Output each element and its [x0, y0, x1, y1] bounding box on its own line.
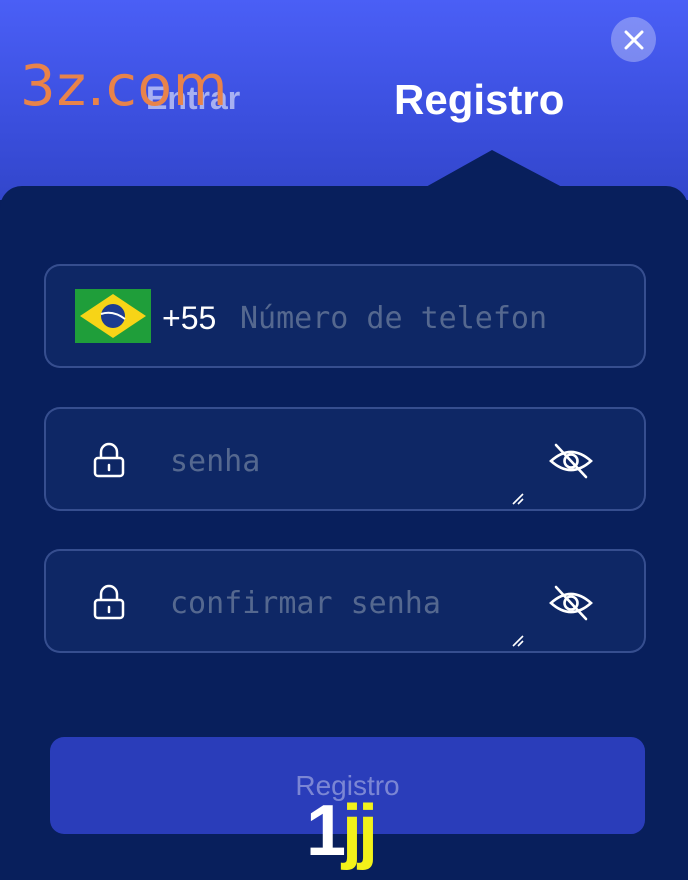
lock-icon — [93, 442, 125, 478]
brand-logo-part2: jj — [342, 791, 378, 871]
brand-logo: 1jj — [306, 790, 378, 872]
phone-field[interactable]: +55 — [44, 264, 646, 368]
password-input[interactable] — [170, 439, 540, 483]
eye-off-icon[interactable] — [548, 441, 594, 481]
confirm-password-field[interactable] — [44, 549, 646, 653]
country-code: +55 — [162, 300, 217, 336]
close-icon — [624, 30, 643, 49]
lock-icon — [93, 584, 125, 620]
active-tab-indicator — [424, 150, 564, 188]
phone-input[interactable] — [240, 296, 600, 340]
brazil-flag-icon[interactable] — [75, 289, 151, 343]
resize-handle-icon — [512, 635, 524, 647]
brand-logo-part1: 1 — [306, 791, 346, 871]
confirm-password-input[interactable] — [170, 581, 540, 625]
close-button[interactable] — [611, 17, 656, 62]
tab-register[interactable]: Registro — [394, 76, 564, 124]
resize-handle-icon — [512, 493, 524, 505]
watermark-logo: 3z.com — [20, 54, 229, 119]
eye-off-icon[interactable] — [548, 583, 594, 623]
password-field[interactable] — [44, 407, 646, 511]
